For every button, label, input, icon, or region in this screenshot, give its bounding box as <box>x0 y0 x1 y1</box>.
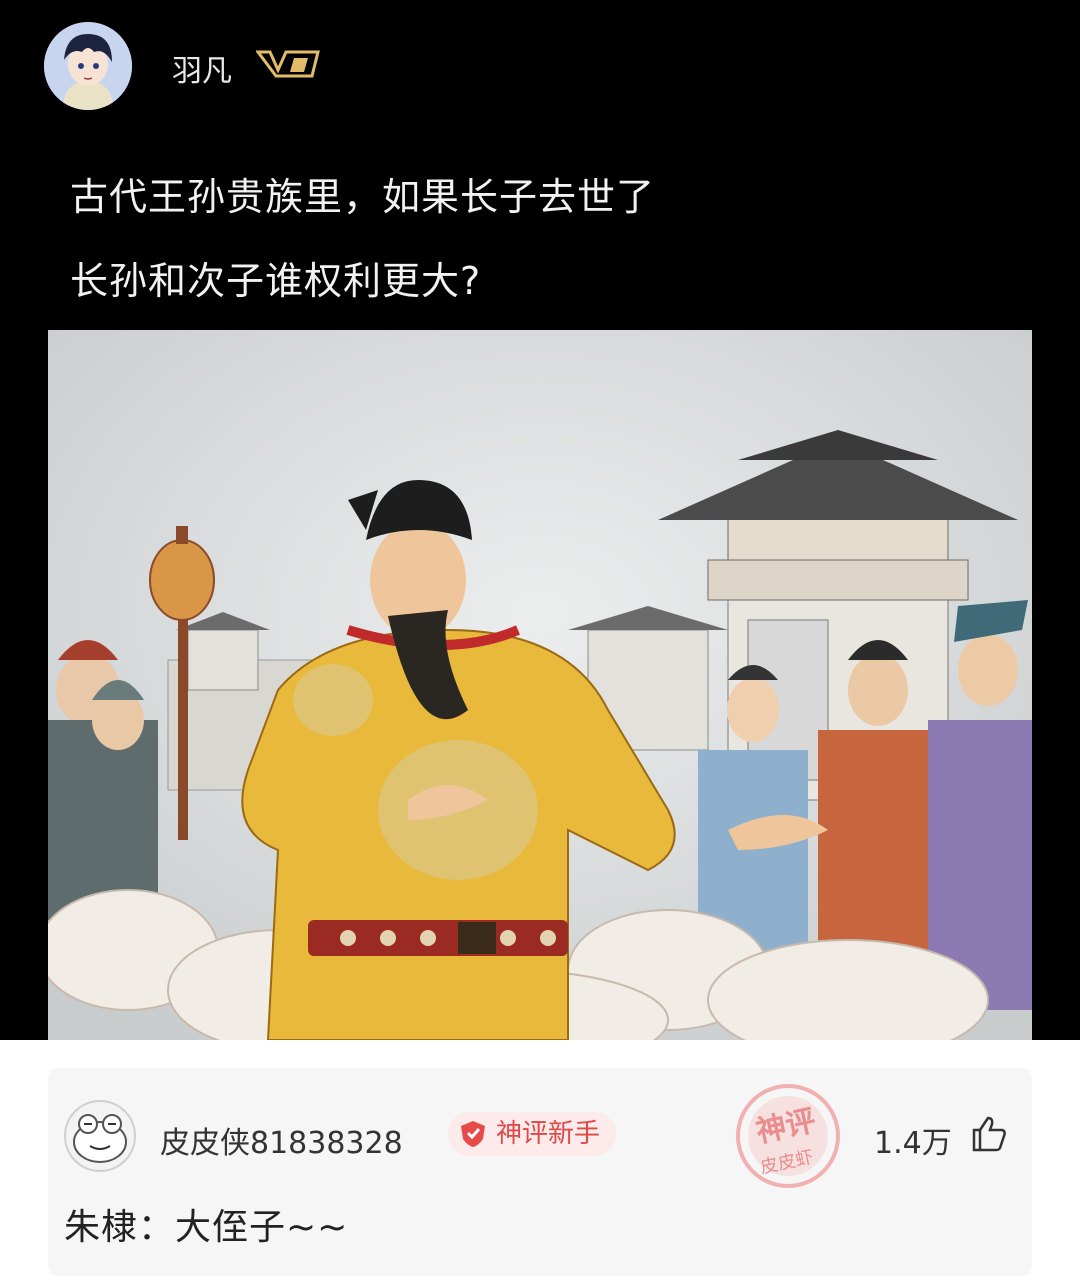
avatar-anime-boy-icon <box>44 22 132 110</box>
god-comment-stamp: 神评 皮皮虾 <box>708 1076 868 1196</box>
thumbs-up-icon[interactable] <box>968 1114 1008 1154</box>
vip-v-icon <box>255 48 320 80</box>
author-name[interactable]: 羽凡 <box>172 46 232 90</box>
post-illustration[interactable] <box>48 330 1032 1040</box>
shield-badge-icon <box>461 1121 485 1147</box>
author-avatar[interactable] <box>44 22 132 110</box>
god-comment-newbie-badge: 神评新手 <box>448 1112 617 1156</box>
like-count: 1.4万 <box>874 1126 952 1161</box>
post-card: 羽凡 古代王孙贵族里，如果长子去世了 长孙和次子谁权利更大? <box>0 0 1080 1040</box>
commenter-username[interactable]: 皮皮侠81838328 <box>160 1118 403 1162</box>
screenshot: 羽凡 古代王孙贵族里，如果长子去世了 长孙和次子谁权利更大? 皮皮侠818383… <box>0 0 1080 1276</box>
post-text-line-1: 古代王孙贵族里，如果长子去世了 <box>70 175 656 219</box>
comment-card: 皮皮侠81838328 神评新手 神评 皮皮虾 1.4万 朱棣：大侄子~~ <box>48 1068 1032 1276</box>
commenter-avatar[interactable] <box>64 1100 136 1172</box>
frog-face-icon <box>73 1114 127 1163</box>
post-text-line-2: 长孙和次子谁权利更大? <box>70 259 482 303</box>
comment-text: 朱棣：大侄子~~ <box>64 1207 349 1248</box>
badge-label: 神评新手 <box>496 1119 601 1149</box>
